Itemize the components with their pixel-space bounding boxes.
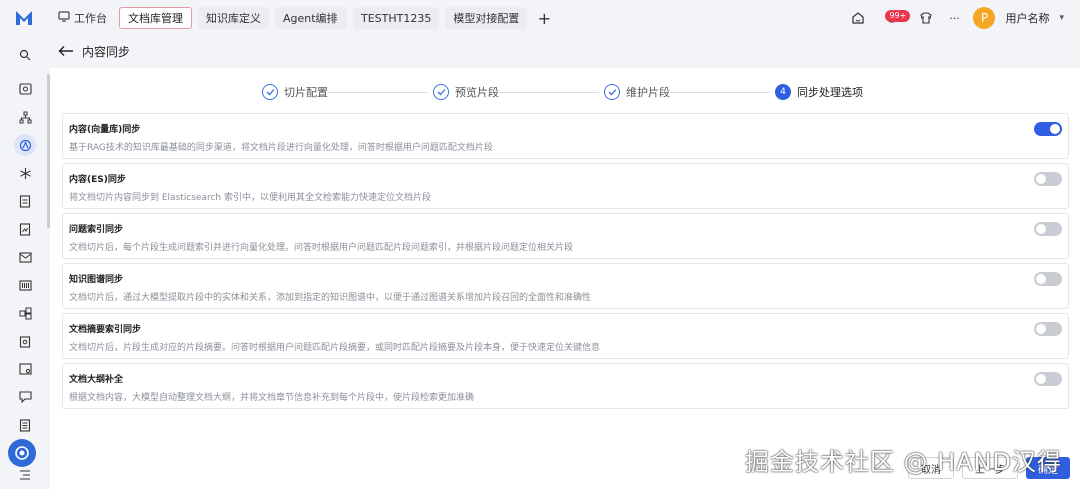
- top-bar: 工作台 文档库管理 知识库定义 Agent编排 TESTHT1235 模型对接配…: [0, 0, 1080, 36]
- org-chart-icon[interactable]: [14, 106, 36, 128]
- toggle-switch[interactable]: [1034, 372, 1062, 386]
- notification-badge: 99+: [885, 10, 911, 22]
- tab-label: Agent编排: [283, 12, 338, 25]
- option-vector-sync: 内容(向量库)同步 基于RAG技术的知识库最基础的同步渠道，将文档片段进行向量化…: [62, 113, 1069, 159]
- user-name[interactable]: 用户名称: [1005, 10, 1049, 26]
- toggle-switch[interactable]: [1034, 222, 1062, 236]
- avatar-initial: P: [980, 11, 989, 25]
- settings-card-icon[interactable]: [14, 358, 36, 380]
- barcode-icon[interactable]: [14, 274, 36, 296]
- sidebar: [0, 36, 50, 489]
- check-icon: [262, 84, 278, 100]
- option-es-sync: 内容(ES)同步 将文档切片内容同步到 Elasticsearch 索引中，以便…: [62, 163, 1069, 209]
- notification-button[interactable]: 99+: [877, 9, 911, 27]
- confirm-button[interactable]: 确定: [1026, 457, 1070, 479]
- tab-label: 工作台: [74, 12, 107, 25]
- main-content: 切片配置 预览片段 维护片段 4 同步处理选项 内容(向量库)同步 基于RAG技…: [50, 68, 1080, 489]
- tab-model-config[interactable]: 模型对接配置: [445, 7, 528, 29]
- message-icon[interactable]: [14, 386, 36, 408]
- step-preview-segments[interactable]: 预览片段: [433, 80, 499, 104]
- tab-knowledge-definition[interactable]: 知识库定义: [198, 7, 269, 29]
- option-title: 问题索引同步: [69, 225, 124, 235]
- option-outline-completion: 文档大纲补全 根据文档内容，大模型自动整理文档大纲，并将文档章节信息补充到每个片…: [62, 363, 1069, 409]
- option-description: 根据文档内容，大模型自动整理文档大纲，并将文档章节信息补充到每个片段中，使片段检…: [69, 393, 475, 403]
- option-question-index-sync: 问题索引同步 文档切片后，每个片段生成问题索引并进行向量化处理。问答时根据用户问…: [62, 213, 1069, 259]
- app-logo[interactable]: [0, 0, 48, 36]
- option-knowledge-graph-sync: 知识图谱同步 文档切片后，通过大模型提取片段中的实体和关系，添加到指定的知识图谱…: [62, 263, 1069, 309]
- option-title: 内容(ES)同步: [69, 175, 126, 185]
- modules-icon[interactable]: [14, 302, 36, 324]
- option-description: 基于RAG技术的知识库最基础的同步渠道，将文档片段进行向量化处理，问答时根据用户…: [69, 143, 493, 153]
- chevron-down-icon[interactable]: ▾: [1059, 13, 1064, 23]
- option-description: 文档切片后，片段生成对应的片段摘要。问答时根据用户问题匹配片段摘要，或同时匹配片…: [69, 343, 601, 353]
- footer-actions: 取消 上一步 确定: [908, 457, 1070, 479]
- snowflake-icon[interactable]: [14, 162, 36, 184]
- option-description: 将文档切片内容同步到 Elasticsearch 索引中，以便利用其全文检索能力…: [69, 193, 431, 203]
- report-icon[interactable]: [14, 218, 36, 240]
- option-summary-index-sync: 文档摘要索引同步 文档切片后，片段生成对应的片段摘要。问答时根据用户问题匹配片段…: [62, 313, 1069, 359]
- step-connector: [670, 92, 770, 93]
- check-icon: [604, 84, 620, 100]
- step-label: 切片配置: [284, 86, 328, 99]
- collapse-menu-icon[interactable]: [14, 464, 36, 486]
- add-tab-button[interactable]: +: [533, 7, 555, 29]
- option-title: 知识图谱同步: [69, 275, 124, 285]
- monitor-icon: [58, 11, 70, 25]
- step-connector: [328, 92, 428, 93]
- step-slice-config[interactable]: 切片配置: [262, 80, 328, 104]
- option-description: 文档切片后，通过大模型提取片段中的实体和关系，添加到指定的知识图谱中，以便于通过…: [69, 293, 592, 303]
- list-doc-icon[interactable]: [14, 414, 36, 436]
- tab-agent-orchestration[interactable]: Agent编排: [275, 7, 347, 29]
- step-number: 4: [775, 84, 791, 100]
- shirt-icon[interactable]: [917, 9, 935, 27]
- lock-file-icon[interactable]: [14, 330, 36, 352]
- tab-testht1235[interactable]: TESTHT1235: [353, 7, 440, 29]
- tab-label: 模型对接配置: [453, 12, 520, 25]
- sync-options-list: 内容(向量库)同步 基于RAG技术的知识库最基础的同步渠道，将文档片段进行向量化…: [62, 113, 1069, 413]
- previous-step-button[interactable]: 上一步: [962, 457, 1018, 479]
- step-maintain-segments[interactable]: 维护片段: [604, 80, 670, 104]
- option-title: 内容(向量库)同步: [69, 125, 141, 135]
- header-actions: 99+ ··· P 用户名称 ▾: [849, 0, 1064, 36]
- toggle-switch[interactable]: [1034, 122, 1062, 136]
- check-icon: [433, 84, 449, 100]
- tab-label: TESTHT1235: [361, 11, 432, 25]
- knowledge-base-icon[interactable]: [14, 78, 36, 100]
- step-label: 维护片段: [626, 86, 670, 99]
- toggle-switch[interactable]: [1034, 322, 1062, 336]
- plus-icon: +: [537, 8, 552, 28]
- toggle-switch[interactable]: [1034, 272, 1062, 286]
- page-header: 内容同步: [50, 36, 1080, 66]
- step-label: 同步处理选项: [797, 86, 863, 99]
- search-icon[interactable]: [14, 44, 36, 66]
- option-title: 文档摘要索引同步: [69, 325, 142, 335]
- cancel-button[interactable]: 取消: [908, 457, 954, 479]
- toggle-switch[interactable]: [1034, 172, 1062, 186]
- step-indicator: 切片配置 预览片段 维护片段 4 同步处理选项: [50, 80, 1080, 104]
- more-icon[interactable]: ···: [945, 9, 963, 27]
- option-description: 文档切片后，每个片段生成问题索引并进行向量化处理。问答时根据用户问题匹配片段问题…: [69, 243, 574, 253]
- assistant-icon[interactable]: [8, 439, 36, 467]
- tab-workbench[interactable]: 工作台: [48, 7, 113, 29]
- option-title: 文档大纲补全: [69, 375, 124, 385]
- page-title: 内容同步: [82, 44, 131, 59]
- back-arrow-icon[interactable]: [58, 42, 74, 61]
- document-icon[interactable]: [14, 190, 36, 212]
- step-label: 预览片段: [455, 86, 499, 99]
- mail-icon[interactable]: [14, 246, 36, 268]
- tab-label: 知识库定义: [206, 12, 261, 25]
- agent-icon[interactable]: [14, 134, 36, 156]
- avatar[interactable]: P: [973, 7, 996, 29]
- tab-label: 文档库管理: [128, 12, 183, 25]
- home-icon[interactable]: [849, 9, 867, 27]
- step-sync-options[interactable]: 4 同步处理选项: [775, 80, 863, 104]
- tab-bar: 工作台 文档库管理 知识库定义 Agent编排 TESTHT1235 模型对接配…: [48, 0, 555, 36]
- step-connector: [499, 92, 599, 93]
- tab-document-library[interactable]: 文档库管理: [119, 7, 192, 29]
